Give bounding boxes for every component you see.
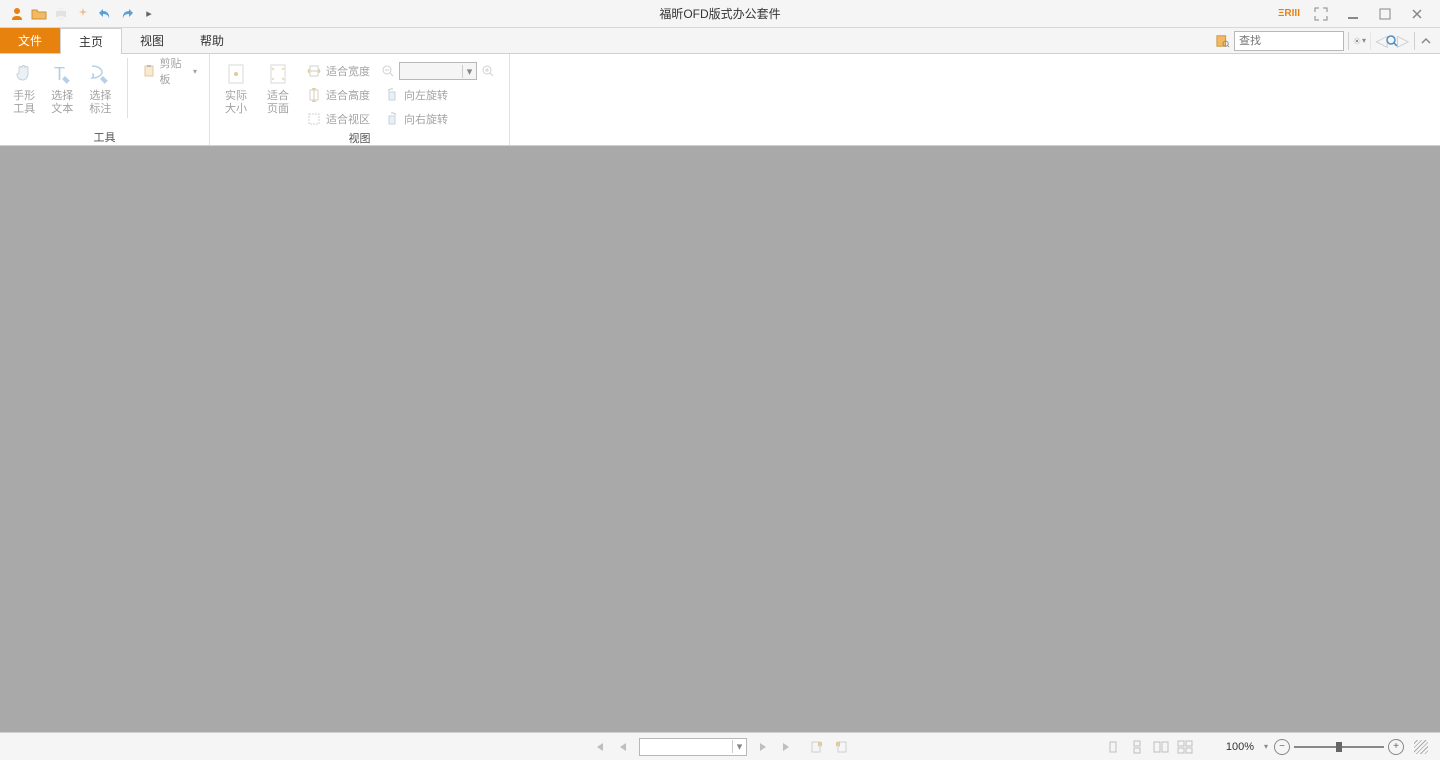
rotate-left-icon: [384, 87, 400, 103]
close-icon[interactable]: [1404, 5, 1430, 23]
tabrow-right: ▾ ◁ ▷: [1212, 28, 1440, 53]
fit-width-icon: [306, 63, 322, 79]
chevron-down-icon: ▾: [193, 67, 197, 76]
settings-icon[interactable]: ▾: [1348, 32, 1366, 50]
zoom-out-icon: [380, 63, 396, 79]
fit-visible-label: 适合视区: [326, 111, 370, 127]
statusbar-right: 100% ▾ − +: [1104, 739, 1440, 755]
new-icon[interactable]: [74, 5, 92, 23]
actual-size-label: 实际 大小: [225, 90, 247, 116]
fit-page-button[interactable]: 适合 页面: [260, 58, 296, 116]
hand-tool-label: 手形 工具: [13, 90, 35, 116]
select-text-label: 选择 文本: [51, 90, 73, 116]
group-view-label: 视图: [218, 130, 501, 146]
zoom-out-button[interactable]: [380, 60, 396, 82]
tab-home[interactable]: 主页: [60, 28, 122, 54]
tab-file[interactable]: 文件: [0, 28, 60, 53]
resize-grip[interactable]: [1414, 740, 1428, 754]
zoom-percent: 100%: [1226, 741, 1254, 753]
select-annot-button[interactable]: 选择 标注: [84, 58, 116, 116]
fit-page-icon: [264, 60, 292, 88]
fit-width-label: 适合宽度: [326, 63, 370, 79]
qat-more-icon[interactable]: ▸: [140, 5, 158, 23]
redo-icon[interactable]: [118, 5, 136, 23]
titlebar: ▸ 福昕OFD版式办公套件 ΞRIII: [0, 0, 1440, 28]
print-icon[interactable]: [52, 5, 70, 23]
zoom-combo[interactable]: ▾: [399, 62, 477, 80]
ribbon: 手形 工具 T 选择 文本 选择 标注 剪贴板: [0, 54, 1440, 146]
fit-page-label: 适合 页面: [267, 90, 289, 116]
document-canvas: [0, 146, 1440, 732]
last-page-icon[interactable]: [779, 739, 795, 755]
fit-width-button[interactable]: 适合宽度: [302, 60, 374, 82]
rotate-left-label: 向左旋转: [404, 87, 448, 103]
page-nav: ▾: [591, 738, 849, 756]
app-title: 福昕OFD版式办公套件: [659, 5, 780, 22]
fit-height-icon: [306, 87, 322, 103]
actual-size-button[interactable]: 实际 大小: [218, 58, 254, 116]
next-page-icon[interactable]: [755, 739, 771, 755]
tab-help[interactable]: 帮助: [182, 28, 242, 53]
facing-page-icon[interactable]: [1152, 739, 1170, 755]
fit-height-label: 适合高度: [326, 87, 370, 103]
zoom-slider: − +: [1274, 739, 1404, 755]
undo-icon[interactable]: [96, 5, 114, 23]
find-box[interactable]: [1234, 31, 1344, 51]
chevron-down-icon[interactable]: ▾: [1264, 742, 1268, 751]
window-controls: ΞRIII: [1276, 5, 1440, 23]
fit-visible-icon: [306, 111, 322, 127]
open-icon[interactable]: [30, 5, 48, 23]
rotate-right-button[interactable]: 向右旋转: [380, 108, 496, 130]
brand-badge: ΞRIII: [1276, 5, 1302, 23]
minimize-icon[interactable]: [1340, 5, 1366, 23]
actual-size-icon: [222, 60, 250, 88]
bookmark-prev-icon[interactable]: [809, 739, 825, 755]
select-annot-icon: [86, 60, 114, 88]
nav-next-icon[interactable]: ▷: [1392, 32, 1410, 50]
hand-icon: [10, 60, 38, 88]
fullscreen-icon[interactable]: [1308, 5, 1334, 23]
rotate-left-button[interactable]: 向左旋转: [380, 84, 496, 106]
fit-visible-button[interactable]: 适合视区: [302, 108, 374, 130]
clipboard-label: 剪贴板: [160, 55, 187, 87]
statusbar: ▾ 100% ▾ − +: [0, 732, 1440, 760]
continuous-facing-icon[interactable]: [1176, 739, 1194, 755]
prev-page-icon[interactable]: [615, 739, 631, 755]
select-text-button[interactable]: T 选择 文本: [46, 58, 78, 116]
user-icon[interactable]: [8, 5, 26, 23]
rotate-right-icon: [384, 111, 400, 127]
clipboard-col: 剪贴板 ▾: [138, 58, 201, 82]
clipboard-icon: [142, 63, 156, 79]
continuous-page-icon[interactable]: [1128, 739, 1146, 755]
zoom-slider-thumb[interactable]: [1336, 742, 1342, 752]
zoom-in-button[interactable]: [480, 60, 496, 82]
rotate-right-label: 向右旋转: [404, 111, 448, 127]
chevron-down-icon: ▾: [732, 740, 746, 753]
zoom-in-icon: [480, 63, 496, 79]
fit-height-button[interactable]: 适合高度: [302, 84, 374, 106]
first-page-icon[interactable]: [591, 739, 607, 755]
page-combo[interactable]: ▾: [639, 738, 747, 756]
zoom-in-button[interactable]: +: [1388, 739, 1404, 755]
group-tools-label: 工具: [8, 129, 201, 145]
group-tools: 手形 工具 T 选择 文本 选择 标注 剪贴板: [0, 54, 210, 145]
select-text-icon: T: [48, 60, 76, 88]
clipboard-button[interactable]: 剪贴板 ▾: [138, 60, 201, 82]
zoom-slider-track[interactable]: [1294, 746, 1384, 748]
collapse-ribbon-icon[interactable]: [1414, 32, 1432, 50]
tab-view[interactable]: 视图: [122, 28, 182, 53]
select-annot-label: 选择 标注: [89, 90, 111, 116]
svg-text:T: T: [54, 64, 65, 84]
group-view: 实际 大小 适合 页面 适合宽度 适合高度 适合视区: [210, 54, 510, 145]
chevron-down-icon: ▾: [462, 65, 476, 78]
find-help-icon[interactable]: [1212, 32, 1230, 50]
bookmark-next-icon[interactable]: [833, 739, 849, 755]
single-page-icon[interactable]: [1104, 739, 1122, 755]
tab-row: 文件 主页 视图 帮助 ▾ ◁ ▷: [0, 28, 1440, 54]
nav-prev-icon[interactable]: ◁: [1370, 32, 1388, 50]
hand-tool-button[interactable]: 手形 工具: [8, 58, 40, 116]
quick-access-toolbar: ▸: [0, 5, 158, 23]
zoom-out-button[interactable]: −: [1274, 739, 1290, 755]
maximize-icon[interactable]: [1372, 5, 1398, 23]
